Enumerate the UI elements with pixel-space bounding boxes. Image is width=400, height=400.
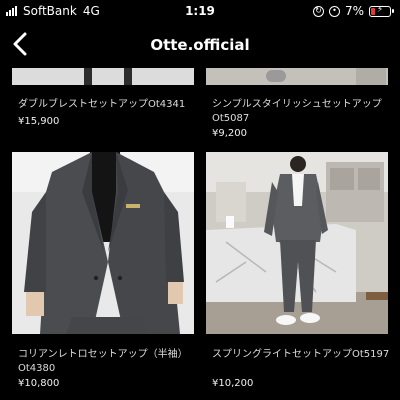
product-name[interactable]: コリアンレトロセットアップ（半袖）Ot4380 [18,348,198,376]
product-name[interactable]: スプリングライトセットアップOt5197 [212,348,392,362]
page-title: Otte.official [150,36,250,54]
product-image-1[interactable] [12,68,194,85]
product-name[interactable]: シンプルスタイリッシュセットアップOt5087 [212,98,392,126]
product-price: ¥9,200 [212,128,247,139]
product-price: ¥10,800 [18,378,60,389]
alarm-icon: • [328,5,340,17]
battery-percent: 7% [344,4,364,18]
product-price: ¥15,900 [18,116,60,127]
product-image-4[interactable] [206,152,388,334]
product-price: ¥10,200 [212,378,254,389]
product-name[interactable]: ダブルブレストセットアップOt4341 [18,98,198,112]
nav-header: Otte.official [0,26,400,64]
product-image-2[interactable] [206,68,388,85]
lock-rotation-icon: ↻ [312,5,324,17]
product-image-3[interactable] [12,152,194,334]
status-bar: SoftBank 4G 1:19 ↻ • 7% ⚡ [0,0,400,24]
battery-icon: ⚡ [369,5,394,17]
